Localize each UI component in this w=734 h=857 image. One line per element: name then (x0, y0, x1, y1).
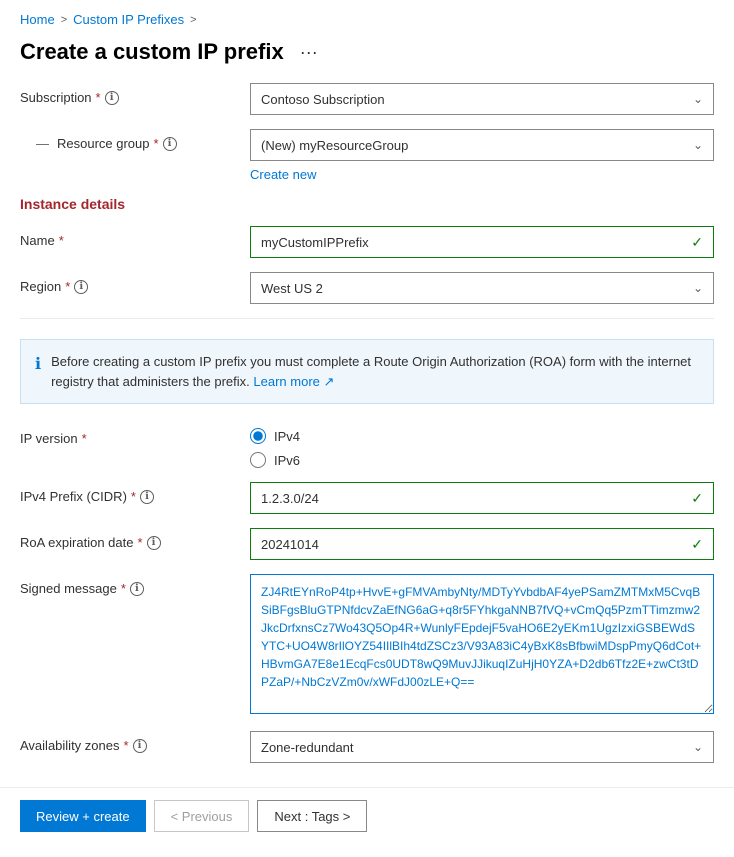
availability-zones-label: Availability zones * ℹ (20, 731, 240, 753)
ipv4-prefix-control: 1.2.3.0/24 ✓ (250, 482, 714, 514)
ip-version-required: * (82, 431, 87, 446)
ipv6-radio[interactable] (250, 452, 266, 468)
name-row: Name * myCustomIPPrefix ✓ (20, 226, 714, 258)
resource-group-row: Resource group * ℹ (New) myResourceGroup… (20, 129, 714, 161)
region-row: Region * ℹ West US 2 ⌄ (20, 272, 714, 304)
ipv4-prefix-required: * (131, 489, 136, 504)
region-control: West US 2 ⌄ (250, 272, 714, 304)
info-banner-text: Before creating a custom IP prefix you m… (51, 352, 699, 391)
resource-group-required: * (154, 136, 159, 151)
roa-expiration-check-icon: ✓ (691, 536, 703, 553)
page-header: Create a custom IP prefix ··· (0, 35, 734, 83)
page-title: Create a custom IP prefix (20, 39, 284, 65)
region-label: Region * ℹ (20, 272, 240, 294)
region-chevron-icon: ⌄ (693, 281, 703, 295)
breadcrumb-custom-ip[interactable]: Custom IP Prefixes (73, 12, 184, 27)
availability-zones-control: Zone-redundant ⌄ (250, 731, 714, 763)
instance-details-title: Instance details (20, 196, 714, 212)
resource-group-value: (New) myResourceGroup (261, 138, 408, 153)
roa-expiration-required: * (137, 535, 142, 550)
signed-message-textarea[interactable]: ZJ4RtEYnRoP4tp+HvvE+gFMVAmbyNty/MDTyYvbd… (250, 574, 714, 714)
name-required: * (59, 233, 64, 248)
region-required: * (65, 279, 70, 294)
breadcrumb-home[interactable]: Home (20, 12, 55, 27)
subscription-chevron-icon: ⌄ (693, 92, 703, 106)
resource-group-select[interactable]: (New) myResourceGroup ⌄ (250, 129, 714, 161)
ip-version-control: IPv4 IPv6 (250, 424, 714, 468)
resource-group-chevron-icon: ⌄ (693, 138, 703, 152)
resource-group-label: Resource group * ℹ (20, 129, 240, 151)
availability-zones-info-icon[interactable]: ℹ (133, 739, 147, 753)
info-banner: ℹ Before creating a custom IP prefix you… (20, 339, 714, 404)
ipv4-label: IPv4 (274, 429, 300, 444)
resource-group-control: (New) myResourceGroup ⌄ (250, 129, 714, 161)
ipv4-prefix-check-icon: ✓ (691, 490, 703, 507)
roa-expiration-label: RoA expiration date * ℹ (20, 528, 240, 550)
ipv4-prefix-label: IPv4 Prefix (CIDR) * ℹ (20, 482, 240, 504)
create-new-link[interactable]: Create new (250, 167, 714, 182)
availability-zones-select[interactable]: Zone-redundant ⌄ (250, 731, 714, 763)
name-check-icon: ✓ (691, 234, 703, 251)
name-input[interactable]: myCustomIPPrefix ✓ (250, 226, 714, 258)
name-control: myCustomIPPrefix ✓ (250, 226, 714, 258)
ip-version-label: IP version * (20, 424, 240, 446)
info-banner-icon: ℹ (35, 353, 41, 391)
signed-message-info-icon[interactable]: ℹ (130, 582, 144, 596)
next-button[interactable]: Next : Tags > (257, 800, 367, 832)
signed-message-control: ZJ4RtEYnRoP4tp+HvvE+gFMVAmbyNty/MDTyYvbd… (250, 574, 714, 717)
availability-zones-chevron-icon: ⌄ (693, 740, 703, 754)
ipv4-prefix-info-icon[interactable]: ℹ (140, 490, 154, 504)
ipv4-radio[interactable] (250, 428, 266, 444)
breadcrumb-sep1: > (61, 14, 67, 26)
subscription-row: Subscription * ℹ Contoso Subscription ⌄ (20, 83, 714, 115)
signed-message-required: * (121, 581, 126, 596)
availability-zones-row: Availability zones * ℹ Zone-redundant ⌄ (20, 731, 714, 763)
subscription-select[interactable]: Contoso Subscription ⌄ (250, 83, 714, 115)
ipv4-prefix-input[interactable]: 1.2.3.0/24 ✓ (250, 482, 714, 514)
ipv4-option[interactable]: IPv4 (250, 428, 714, 444)
roa-expiration-info-icon[interactable]: ℹ (147, 536, 161, 550)
review-create-button[interactable]: Review + create (20, 800, 146, 832)
subscription-control: Contoso Subscription ⌄ (250, 83, 714, 115)
subscription-value: Contoso Subscription (261, 92, 385, 107)
availability-zones-value: Zone-redundant (261, 740, 354, 755)
region-select[interactable]: West US 2 ⌄ (250, 272, 714, 304)
roa-expiration-control: 20241014 ✓ (250, 528, 714, 560)
breadcrumb-sep2: > (190, 14, 196, 26)
previous-button[interactable]: < Previous (154, 800, 250, 832)
subscription-label: Subscription * ℹ (20, 83, 240, 105)
roa-expiration-row: RoA expiration date * ℹ 20241014 ✓ (20, 528, 714, 560)
ipv4-prefix-row: IPv4 Prefix (CIDR) * ℹ 1.2.3.0/24 ✓ (20, 482, 714, 514)
divider-1 (20, 318, 714, 319)
signed-message-label: Signed message * ℹ (20, 574, 240, 596)
signed-message-row: Signed message * ℹ ZJ4RtEYnRoP4tp+HvvE+g… (20, 574, 714, 717)
resource-group-info-icon[interactable]: ℹ (163, 137, 177, 151)
region-info-icon[interactable]: ℹ (74, 280, 88, 294)
name-value: myCustomIPPrefix (261, 235, 369, 250)
ipv6-option[interactable]: IPv6 (250, 452, 714, 468)
bottom-bar: Review + create < Previous Next : Tags > (0, 787, 734, 844)
ip-version-row: IP version * IPv4 IPv6 (20, 424, 714, 468)
region-value: West US 2 (261, 281, 323, 296)
learn-more-link[interactable]: Learn more ↗ (253, 374, 334, 389)
breadcrumb: Home > Custom IP Prefixes > (0, 0, 734, 35)
ipv4-prefix-value: 1.2.3.0/24 (261, 491, 319, 506)
roa-expiration-value: 20241014 (261, 537, 319, 552)
ip-version-radio-group: IPv4 IPv6 (250, 424, 714, 468)
subscription-required: * (96, 90, 101, 105)
subscription-info-icon[interactable]: ℹ (105, 91, 119, 105)
ellipsis-button[interactable]: ··· (294, 40, 324, 65)
availability-zones-required: * (123, 738, 128, 753)
name-label: Name * (20, 226, 240, 248)
ipv6-label: IPv6 (274, 453, 300, 468)
roa-expiration-input[interactable]: 20241014 ✓ (250, 528, 714, 560)
